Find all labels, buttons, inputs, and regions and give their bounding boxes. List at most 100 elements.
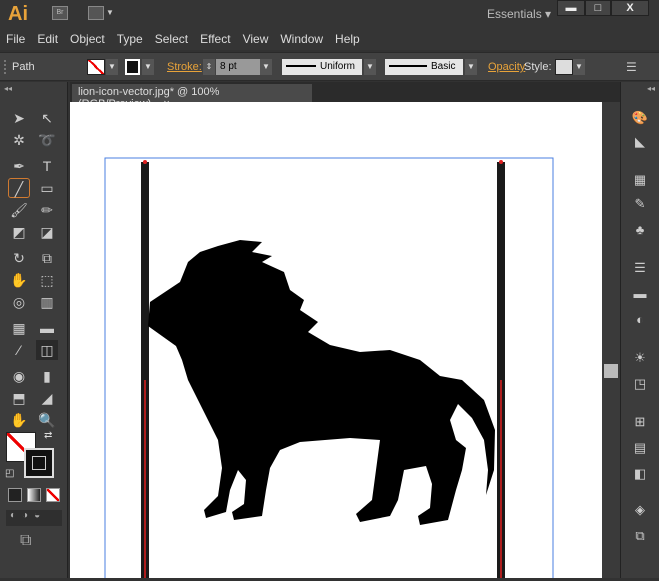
default-colors-icon[interactable]: ◰ bbox=[5, 468, 14, 479]
vertical-scrollbar[interactable] bbox=[602, 102, 620, 578]
menu-select[interactable]: Select bbox=[149, 28, 194, 50]
scroll-thumb[interactable] bbox=[604, 364, 618, 378]
stroke-weight-stepper[interactable]: ⇕ bbox=[203, 59, 215, 75]
stroke-weight-input[interactable]: 8 pt bbox=[216, 59, 260, 75]
lasso-tool[interactable]: ➰ bbox=[36, 130, 58, 150]
lion-silhouette bbox=[148, 240, 495, 525]
warp-tool[interactable]: ✋ bbox=[8, 270, 30, 290]
symbols-icon[interactable]: ♣ bbox=[631, 222, 649, 238]
shape-builder-tool[interactable]: ◎ bbox=[8, 292, 30, 312]
menu-window[interactable]: Window bbox=[274, 28, 329, 50]
maximize-button[interactable]: □ bbox=[585, 0, 611, 16]
layers-icon[interactable]: ◈ bbox=[631, 502, 649, 518]
workspace-label: Essentials bbox=[487, 7, 542, 21]
selection-type-label: Path bbox=[12, 61, 35, 73]
paintbrush-tool[interactable]: 🖌 bbox=[8, 200, 30, 220]
swatches-icon[interactable]: ▦ bbox=[631, 172, 649, 188]
drawing-modes[interactable]: ◐◑◒ bbox=[6, 510, 62, 526]
mesh-tool[interactable]: ▦ bbox=[8, 318, 30, 338]
artboard-tool[interactable]: ⬒ bbox=[8, 388, 30, 408]
zoom-tool[interactable]: 🔍 bbox=[36, 410, 58, 430]
collapse-icon[interactable]: ◂◂ bbox=[4, 84, 12, 93]
stroke-swatch[interactable] bbox=[125, 59, 140, 75]
app-logo: Ai bbox=[8, 3, 28, 25]
magic-wand-tool[interactable]: ✲ bbox=[8, 130, 30, 150]
pathfinder-icon[interactable]: ◧ bbox=[631, 466, 649, 482]
variable-width-profile[interactable]: Uniform bbox=[282, 59, 362, 75]
direct-selection-tool[interactable]: ↖ bbox=[36, 108, 58, 128]
workspace-switcher[interactable]: Essentials ▾ bbox=[487, 7, 551, 21]
stroke-label[interactable]: Stroke: bbox=[167, 61, 202, 73]
brush-definition[interactable]: Basic bbox=[385, 59, 463, 75]
column-graph-tool[interactable]: ▮ bbox=[36, 366, 58, 386]
arrange-documents-button[interactable] bbox=[88, 6, 104, 20]
color-icon[interactable]: 🎨 bbox=[631, 110, 649, 126]
minimize-button[interactable]: ▬ bbox=[557, 0, 585, 16]
transparency-icon[interactable]: ◐ bbox=[631, 312, 649, 328]
grip-handle[interactable] bbox=[4, 60, 6, 74]
fill-dropdown[interactable]: ▼ bbox=[106, 59, 118, 75]
free-transform-tool[interactable]: ⬚ bbox=[36, 270, 58, 290]
document-tab[interactable]: lion-icon-vector.jpg* @ 100% (RGB/Previe… bbox=[72, 84, 312, 110]
transform-icon[interactable]: ⊞ bbox=[631, 414, 649, 430]
artwork bbox=[104, 157, 554, 581]
screen-mode-icon[interactable]: ⧉ bbox=[20, 532, 31, 550]
stroke-weight-dropdown[interactable]: ▼ bbox=[260, 59, 272, 75]
gradient-mode-button[interactable] bbox=[27, 488, 41, 502]
artboards-icon[interactable]: ⧉ bbox=[631, 528, 649, 544]
menu-bar: File Edit Object Type Select Effect View… bbox=[0, 28, 659, 50]
profile-label: Uniform bbox=[320, 61, 356, 72]
hand-tool[interactable]: ✋ bbox=[8, 410, 30, 430]
close-button[interactable]: X bbox=[611, 0, 649, 16]
selection-tool[interactable]: ➤ bbox=[8, 108, 30, 128]
menu-effect[interactable]: Effect bbox=[194, 28, 236, 50]
opacity-label[interactable]: Opacity bbox=[488, 61, 525, 73]
brush-dropdown[interactable]: ▼ bbox=[465, 59, 477, 75]
blend-tool[interactable]: ◫ bbox=[36, 340, 58, 360]
color-mode-button[interactable] bbox=[8, 488, 22, 502]
type-tool[interactable]: T bbox=[36, 156, 58, 176]
brushes-icon[interactable]: ✎ bbox=[631, 196, 649, 212]
gradient-tool[interactable]: ▬ bbox=[36, 318, 58, 338]
stroke-dropdown[interactable]: ▼ bbox=[142, 59, 154, 75]
graphic-style-swatch[interactable] bbox=[555, 59, 573, 75]
gradient-icon[interactable]: ▬ bbox=[631, 286, 649, 302]
graphic-styles-icon[interactable]: ◳ bbox=[631, 376, 649, 392]
canvas[interactable] bbox=[70, 102, 602, 581]
panel-menu-icon[interactable]: ☰ bbox=[626, 60, 637, 74]
stroke-color-box[interactable] bbox=[24, 448, 54, 478]
scale-tool[interactable]: ⧉ bbox=[36, 248, 58, 268]
pencil-tool[interactable]: ✏ bbox=[36, 200, 58, 220]
menu-file[interactable]: File bbox=[0, 28, 31, 50]
fill-swatch[interactable] bbox=[87, 59, 105, 75]
symbol-sprayer-tool[interactable]: ◉ bbox=[8, 366, 30, 386]
expand-panels-icon[interactable]: ◂◂ bbox=[647, 84, 655, 93]
menu-edit[interactable]: Edit bbox=[31, 28, 64, 50]
style-dropdown[interactable]: ▼ bbox=[573, 59, 585, 75]
chevron-down-icon: ▼ bbox=[106, 8, 114, 17]
blob-brush-tool[interactable]: ◩ bbox=[8, 222, 30, 242]
align-icon[interactable]: ▤ bbox=[631, 440, 649, 456]
line-tool[interactable]: ╱ bbox=[8, 178, 30, 198]
menu-view[interactable]: View bbox=[237, 28, 275, 50]
color-guide-icon[interactable]: ◣ bbox=[631, 134, 649, 150]
bridge-button[interactable]: Br bbox=[52, 6, 68, 20]
panel-dock: ◂◂ 🎨 ◣ ▦ ✎ ♣ ☰ ▬ ◐ ☀ ◳ ⊞ ▤ ◧ ◈ ⧉ bbox=[620, 82, 659, 578]
eraser-tool[interactable]: ◪ bbox=[36, 222, 58, 242]
pen-tool[interactable]: ✒ bbox=[8, 156, 30, 176]
brush-label: Basic bbox=[431, 61, 456, 72]
swap-icon[interactable]: ⇄ bbox=[44, 430, 52, 441]
menu-help[interactable]: Help bbox=[329, 28, 366, 50]
slice-tool[interactable]: ◢ bbox=[36, 388, 58, 408]
tools-panel: ◂◂ ➤ ↖ ✲ ➰ ✒ T ╱ ▭ 🖌 ✏ ◩ ◪ ↻ ⧉ ✋ ⬚ ◎ ▥ ▦ ▬ ⁄ ◫ ◉ ▮ ⬒ ◢ ✋ 🔍 ⇄ ◰ ◐◑◒ … bbox=[0, 82, 68, 578]
profile-dropdown[interactable]: ▼ bbox=[364, 59, 376, 75]
none-mode-button[interactable] bbox=[46, 488, 60, 502]
rectangle-tool[interactable]: ▭ bbox=[36, 178, 58, 198]
rotate-tool[interactable]: ↻ bbox=[8, 248, 30, 268]
menu-object[interactable]: Object bbox=[64, 28, 111, 50]
eyedropper-tool[interactable]: ⁄ bbox=[8, 340, 30, 360]
menu-type[interactable]: Type bbox=[111, 28, 149, 50]
graph-tool[interactable]: ▥ bbox=[36, 292, 58, 312]
stroke-icon[interactable]: ☰ bbox=[631, 260, 649, 276]
appearance-icon[interactable]: ☀ bbox=[631, 350, 649, 366]
